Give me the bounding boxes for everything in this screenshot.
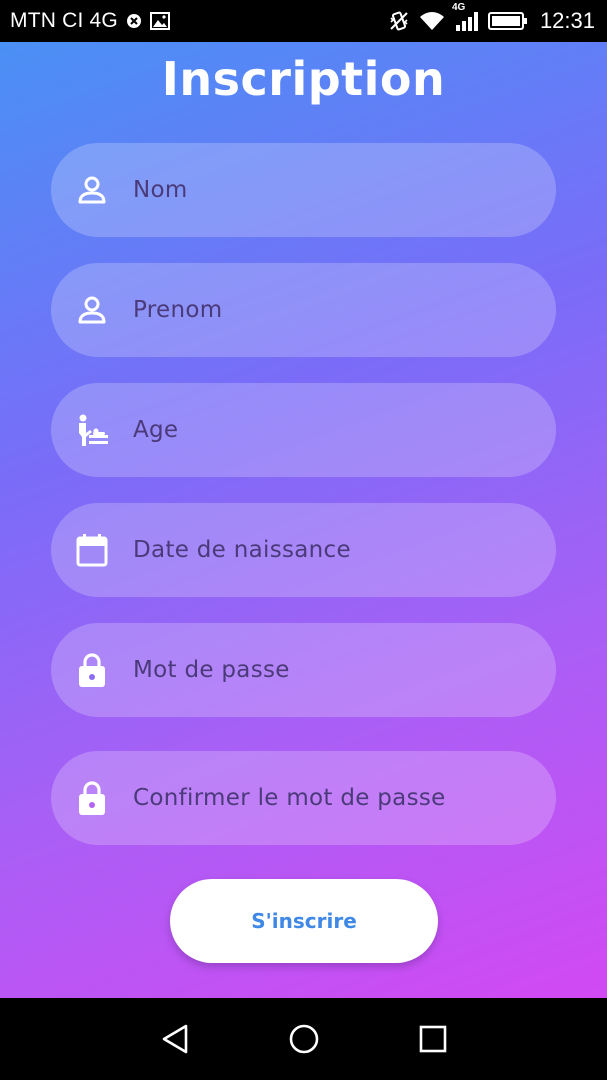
mot-de-passe-placeholder: Mot de passe — [133, 657, 290, 683]
registration-screen: Inscription Nom Prenom Age Date de naiss… — [0, 42, 607, 998]
person-icon — [75, 293, 109, 327]
image-icon — [149, 12, 170, 30]
wifi-icon — [418, 10, 446, 32]
calendar-icon — [75, 533, 109, 567]
baby-changing-icon — [75, 413, 109, 447]
recents-icon[interactable] — [413, 1019, 453, 1059]
date-de-naissance-field[interactable]: Date de naissance — [51, 503, 556, 597]
battery-icon — [487, 11, 528, 31]
age-placeholder: Age — [133, 417, 179, 443]
nom-field[interactable]: Nom — [51, 143, 556, 237]
signal-icon: 4G — [452, 2, 480, 32]
carrier-label: MTN CI 4G — [10, 9, 118, 32]
sinscrire-button[interactable]: S'inscrire — [170, 879, 438, 963]
nom-placeholder: Nom — [133, 177, 188, 203]
status-right: 4G 12:31 — [388, 2, 595, 34]
page-title: Inscription — [161, 52, 446, 106]
vibrate-icon — [388, 10, 410, 32]
status-bar: MTN CI 4G 4G 12:31 — [0, 0, 607, 42]
prenom-placeholder: Prenom — [133, 297, 223, 323]
confirmer-mot-de-passe-placeholder: Confirmer le mot de passe — [133, 785, 446, 811]
confirmer-mot-de-passe-field[interactable]: Confirmer le mot de passe — [51, 751, 556, 845]
status-left: MTN CI 4G — [10, 9, 170, 33]
navigation-bar — [0, 998, 607, 1080]
home-icon[interactable] — [284, 1019, 324, 1059]
close-circle-icon — [126, 13, 142, 29]
clock: 12:31 — [539, 8, 595, 33]
network-type-label: 4G — [451, 2, 466, 13]
lock-icon — [75, 781, 109, 815]
mot-de-passe-field[interactable]: Mot de passe — [51, 623, 556, 717]
back-icon[interactable] — [155, 1019, 195, 1059]
person-icon — [75, 173, 109, 207]
prenom-field[interactable]: Prenom — [51, 263, 556, 357]
lock-icon — [75, 653, 109, 687]
date-de-naissance-placeholder: Date de naissance — [133, 537, 351, 563]
age-field[interactable]: Age — [51, 383, 556, 477]
screen: MTN CI 4G 4G 12:31 Inscription Nom Preno… — [0, 0, 607, 1080]
